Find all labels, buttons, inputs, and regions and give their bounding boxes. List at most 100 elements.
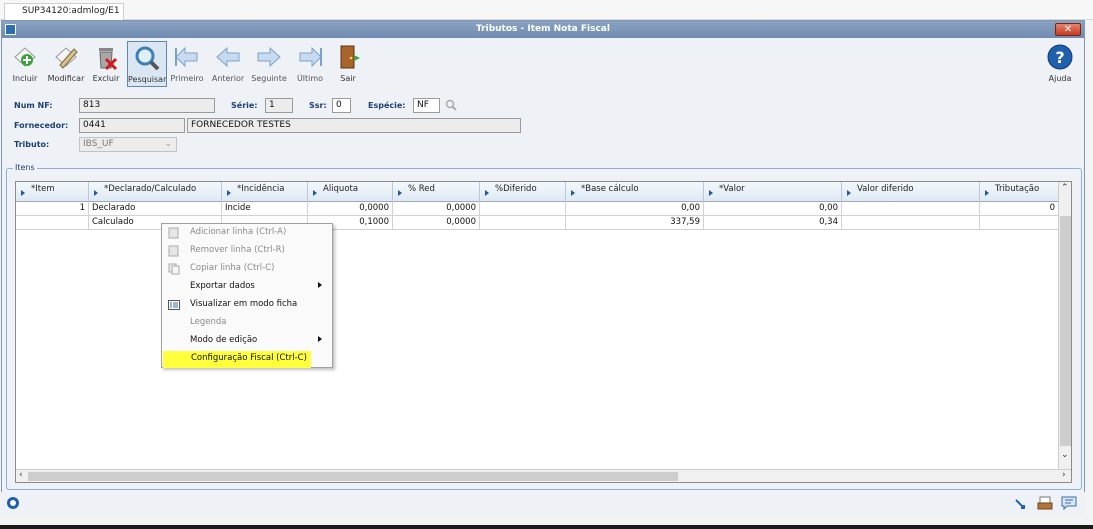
status-circle-icon[interactable] — [6, 496, 20, 510]
chevron-down-icon: ⌄ — [164, 139, 172, 149]
scroll-left-icon[interactable]: ‹ — [19, 470, 23, 481]
menu-item-remover-linha[interactable]: Remover linha (Ctrl-R) — [162, 243, 332, 260]
sair-label: Sair — [340, 74, 356, 83]
itens-group-label: Itens — [13, 163, 37, 172]
ssr-label: Ssr: — [309, 101, 327, 110]
ajuda-button[interactable]: ? Ajuda — [1040, 41, 1080, 87]
excluir-label: Excluir — [92, 74, 120, 83]
fornecedor-code-field[interactable]: 0441 — [79, 118, 185, 133]
svg-text:?: ? — [1055, 48, 1064, 67]
menu-item-label: Adicionar linha (Ctrl-A) — [190, 227, 287, 237]
ultimo-button[interactable]: Último — [290, 41, 330, 87]
cell-valor[interactable]: 0,34 — [704, 216, 842, 230]
menu-item-exportar-dados[interactable]: Exportar dados — [162, 279, 332, 296]
scroll-up-icon[interactable]: ⌃ — [1061, 183, 1069, 194]
vertical-scroll-thumb[interactable] — [1060, 216, 1071, 446]
ajuda-label: Ajuda — [1048, 74, 1072, 83]
sort-triangle-icon — [398, 189, 402, 196]
tributo-select[interactable]: IBS_UF ⌄ — [79, 137, 177, 152]
sort-triangle-icon — [94, 189, 98, 196]
first-record-icon — [173, 43, 201, 71]
edit-icon — [52, 43, 80, 71]
cell-item[interactable]: 1 — [16, 202, 89, 216]
status-bar — [1, 492, 1085, 517]
seguinte-button[interactable]: Seguinte — [249, 41, 289, 87]
cell-red[interactable]: 0,0000 — [393, 202, 480, 216]
sort-triangle-icon — [985, 189, 989, 196]
toolbar: Incluir Modificar Excluir Pesquisar Prim… — [2, 39, 1084, 89]
sair-button[interactable]: Sair — [328, 41, 368, 87]
modificar-button[interactable]: Modificar — [45, 41, 87, 87]
vertical-scrollbar[interactable]: ⌃ ⌄ — [1058, 182, 1071, 470]
seguinte-label: Seguinte — [251, 74, 287, 83]
col-header-diferido[interactable]: %Diferido — [480, 182, 566, 202]
search-icon — [133, 44, 161, 72]
chat-icon[interactable] — [1061, 496, 1077, 511]
tributo-value: IBS_UF — [83, 139, 114, 149]
menu-item-copiar-linha[interactable]: Copiar linha (Ctrl-C) — [162, 261, 332, 278]
serie-field[interactable]: 1 — [265, 98, 293, 113]
col-header-red[interactable]: % Red — [393, 182, 480, 202]
especie-label: Espécie: — [368, 101, 406, 110]
link-icon[interactable] — [1013, 497, 1027, 511]
cell-aliquota[interactable]: 0,0000 — [308, 202, 393, 216]
col-header-item[interactable]: *Item — [16, 182, 89, 202]
cell-red[interactable]: 0,0000 — [393, 216, 480, 230]
remove-row-icon — [168, 245, 180, 257]
menu-item-label: Configuração Fiscal (Ctrl-C) — [191, 353, 307, 363]
cell-valor-diferido[interactable] — [842, 202, 980, 216]
col-header-incidencia[interactable]: *Incidência — [222, 182, 308, 202]
menu-item-visualizar-ficha[interactable]: Visualizar em modo ficha — [162, 297, 332, 314]
last-record-icon — [296, 43, 324, 71]
num-nf-field[interactable]: 813 — [79, 98, 215, 113]
close-button[interactable]: ✕ — [1055, 23, 1081, 36]
scroll-right-icon[interactable]: › — [1062, 470, 1066, 481]
col-header-valor[interactable]: *Valor — [704, 182, 842, 202]
menu-item-configuracao-fiscal[interactable]: Configuração Fiscal (Ctrl-C) — [163, 351, 311, 368]
menu-item-legenda[interactable]: Legenda — [162, 315, 332, 332]
add-document-icon — [11, 43, 39, 71]
primeiro-button[interactable]: Primeiro — [167, 41, 207, 87]
menu-item-adicionar-linha[interactable]: Adicionar linha (Ctrl-A) — [162, 225, 332, 242]
cell-tributacao[interactable]: 0 — [980, 202, 1059, 216]
col-header-base-calculo[interactable]: *Base cálculo — [566, 182, 704, 202]
menu-item-modo-edicao[interactable]: Modo de edição — [162, 333, 332, 350]
sort-triangle-icon — [847, 189, 851, 196]
cell-base-calculo[interactable]: 0,00 — [566, 202, 704, 216]
horizontal-scrollbar[interactable]: ‹ › — [16, 469, 1071, 482]
form-view-icon — [168, 299, 180, 311]
cell-base-calculo[interactable]: 337,59 — [566, 216, 704, 230]
cell-valor[interactable]: 0,00 — [704, 202, 842, 216]
submenu-arrow-icon — [318, 282, 322, 288]
ssr-field[interactable]: 0 — [332, 98, 351, 113]
anterior-button[interactable]: Anterior — [208, 41, 248, 87]
cell-incidencia[interactable]: Incide — [222, 202, 308, 216]
col-header-valor-diferido[interactable]: Valor diferido — [842, 182, 980, 202]
col-header-declarado[interactable]: *Declarado/Calculado — [89, 182, 222, 202]
especie-field[interactable]: NF — [413, 98, 440, 113]
col-header-tributacao[interactable]: Tributação — [980, 182, 1059, 202]
menu-item-label: Legenda — [190, 317, 227, 327]
scroll-down-icon[interactable]: ⌄ — [1061, 450, 1069, 461]
col-header-aliquota[interactable]: Aliquota — [308, 182, 393, 202]
add-row-icon — [168, 227, 180, 239]
cell-valor-diferido[interactable] — [842, 216, 980, 230]
table-row[interactable]: 1 Declarado Incide 0,0000 0,0000 0,00 0,… — [16, 202, 1059, 216]
cell-diferido[interactable] — [480, 202, 566, 216]
printer-icon[interactable] — [1037, 495, 1053, 511]
pesquisar-button[interactable]: Pesquisar — [127, 41, 167, 87]
trash-icon — [92, 43, 120, 71]
sort-triangle-icon — [21, 189, 25, 196]
excluir-button[interactable]: Excluir — [86, 41, 126, 87]
incluir-button[interactable]: Incluir — [5, 41, 45, 87]
cell-declarado[interactable]: Declarado — [89, 202, 222, 216]
cell-diferido[interactable] — [480, 216, 566, 230]
cell-item[interactable] — [16, 216, 89, 230]
horizontal-scroll-thumb[interactable] — [28, 472, 678, 481]
session-tab[interactable]: SUP34120:admlog/E1 — [4, 3, 124, 20]
title-bar: Tributos - Item Nota Fiscal ✕ — [2, 21, 1084, 38]
cell-tributacao[interactable] — [980, 216, 1059, 230]
sort-triangle-icon — [313, 189, 317, 196]
search-icon[interactable] — [445, 99, 457, 111]
menu-item-label: Remover linha (Ctrl-R) — [190, 245, 285, 255]
